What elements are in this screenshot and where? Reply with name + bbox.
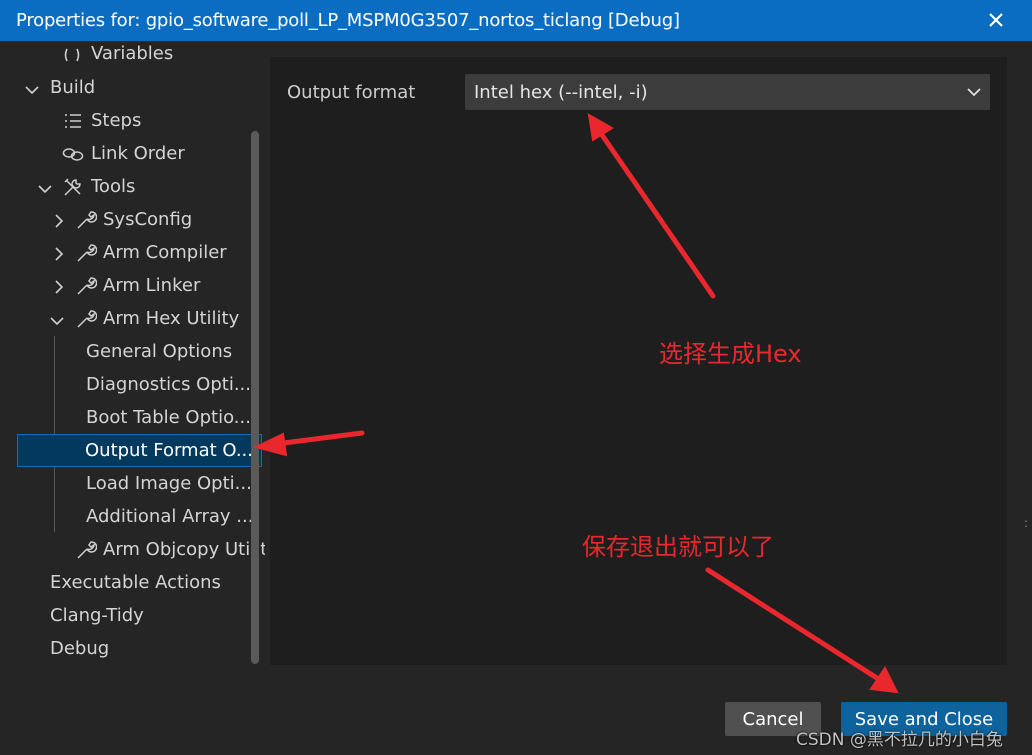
tree-item-label: Diagnostics Opti...	[86, 374, 251, 395]
tree-item-label: Output Format O...	[85, 440, 254, 461]
tree-item-label: Additional Array ...	[86, 506, 254, 527]
properties-tree: Variables Build Steps Link Order Tools S…	[0, 41, 265, 668]
tree-item-label: General Options	[86, 341, 233, 362]
tree-item-label: Executable Actions	[50, 572, 221, 593]
tree-item-label: Steps	[91, 110, 142, 131]
link-icon	[62, 144, 84, 164]
tree-item-label: Load Image Opti...	[86, 473, 252, 494]
wrench-icon	[75, 308, 98, 328]
tree-item-label: Tools	[91, 176, 136, 197]
tree-item-boot-table-options[interactable]: Boot Table Optio...	[0, 401, 262, 434]
chevron-right-icon[interactable]	[52, 212, 66, 228]
variables-icon	[62, 45, 82, 65]
chevron-down-icon	[966, 84, 982, 100]
window-title: Properties for: gpio_software_poll_LP_MS…	[16, 10, 680, 31]
tree-item-variables[interactable]: Variables	[0, 41, 262, 70]
tree-item-general-options[interactable]: General Options	[0, 335, 262, 368]
tree-item-additional-array[interactable]: Additional Array ...	[0, 500, 262, 533]
output-format-label: Output format	[287, 82, 416, 103]
watermark: CSDN @黑不拉几的小白兔	[796, 730, 1003, 750]
chevron-down-icon[interactable]	[50, 312, 64, 326]
tree-item-label: SysConfig	[103, 209, 193, 230]
tools-icon	[62, 176, 82, 196]
tree-item-arm-linker[interactable]: Arm Linker	[0, 269, 262, 302]
tree-item-label: Arm Linker	[103, 275, 201, 296]
wrench-icon	[75, 209, 98, 229]
wrench-icon	[75, 242, 98, 262]
tree-item-label: Arm Objcopy Utilit	[103, 539, 265, 560]
tree-item-label: Arm Hex Utility	[103, 308, 240, 329]
annotation-select-hex: 选择生成Hex	[659, 340, 802, 368]
tree-item-build[interactable]: Build	[0, 71, 262, 104]
wrench-icon	[75, 539, 98, 559]
output-format-value: Intel hex (--intel, -i)	[474, 81, 648, 103]
tree-item-label: Build	[50, 77, 96, 98]
chevron-down-icon[interactable]	[25, 81, 39, 95]
wrench-icon	[75, 275, 98, 295]
tree-item-label: Clang-Tidy	[50, 605, 144, 626]
tree-item-steps[interactable]: Steps	[0, 104, 262, 137]
output-format-select[interactable]: Intel hex (--intel, -i)	[465, 74, 990, 110]
tree-item-executable-actions[interactable]: Executable Actions	[0, 566, 262, 599]
tree-item-link-order[interactable]: Link Order	[0, 137, 262, 170]
tree-item-arm-compiler[interactable]: Arm Compiler	[0, 236, 262, 269]
tree-item-label: Variables	[91, 43, 174, 64]
chevron-right-icon[interactable]	[52, 245, 66, 261]
tree-item-label: Link Order	[91, 143, 185, 164]
tree-item-label: Debug	[50, 638, 110, 659]
tree-item-label: Arm Compiler	[103, 242, 227, 263]
close-icon[interactable]	[982, 6, 1010, 34]
tree-item-arm-hex-utility[interactable]: Arm Hex Utility	[0, 302, 262, 335]
tree-item-sysconfig[interactable]: SysConfig	[0, 203, 262, 236]
tree-item-load-image-options[interactable]: Load Image Opti...	[0, 467, 262, 500]
chevron-right-icon[interactable]	[52, 278, 66, 294]
settings-panel: Output format Intel hex (--intel, -i)	[270, 57, 1007, 665]
tree-item-arm-objcopy-utility[interactable]: Arm Objcopy Utilit	[0, 533, 265, 566]
chevron-down-icon[interactable]	[38, 180, 52, 194]
tree-item-debug[interactable]: Debug	[0, 632, 262, 665]
tree-item-tools[interactable]: Tools	[0, 170, 262, 203]
tree-item-diagnostics-options[interactable]: Diagnostics Opti...	[0, 368, 262, 401]
list-icon	[63, 111, 83, 131]
annotation-save-exit: 保存退出就可以了	[582, 533, 774, 561]
title-bar: Properties for: gpio_software_poll_LP_MS…	[0, 0, 1032, 41]
edge-marker: :	[1024, 516, 1029, 530]
tree-item-clang-tidy[interactable]: Clang-Tidy	[0, 599, 262, 632]
sidebar-scrollbar[interactable]	[251, 131, 259, 664]
arrow-to-save-head	[869, 666, 899, 694]
tree-item-output-format-options[interactable]: Output Format O...	[17, 434, 262, 467]
tree-item-label: Boot Table Optio...	[86, 407, 251, 428]
